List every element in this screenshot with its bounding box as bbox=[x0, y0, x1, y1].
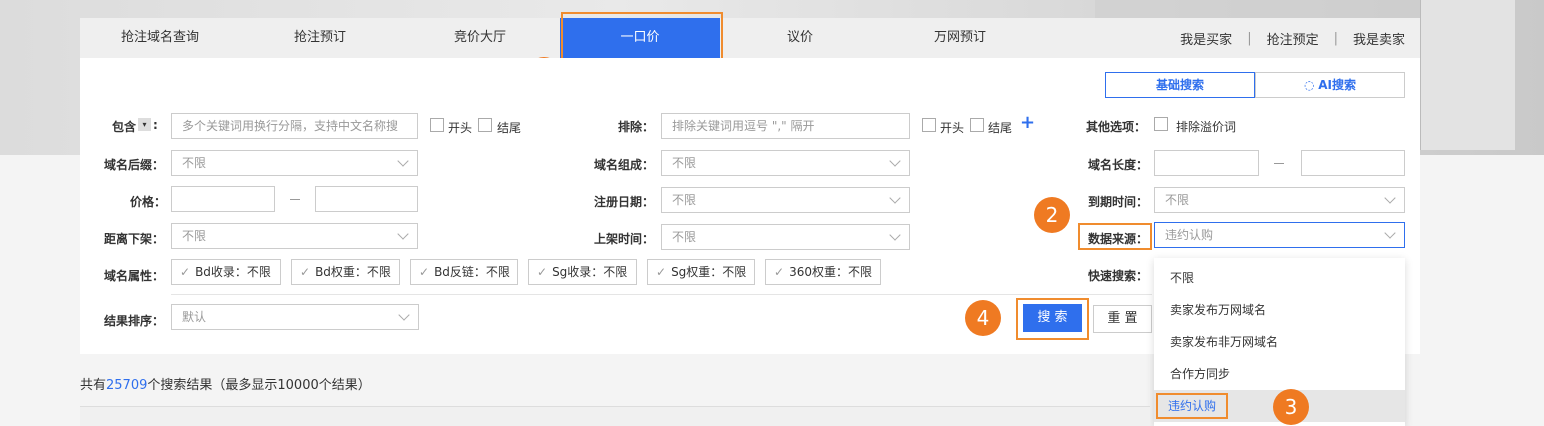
step-badge-2: 2 bbox=[1034, 197, 1070, 233]
highlight-search-button bbox=[1016, 298, 1089, 340]
compose-label: 域名组成： bbox=[594, 158, 655, 172]
expire-select[interactable]: 不限 bbox=[1154, 187, 1405, 213]
link-seller[interactable]: 我是卖家 bbox=[1338, 29, 1420, 48]
tab-snatch-reserve[interactable]: 抢注预订 bbox=[240, 18, 400, 58]
step-badge-4: 4 bbox=[965, 300, 1001, 336]
results-summary: 共有25709个搜索结果（最多显示10000个结果） bbox=[80, 378, 371, 393]
tab-negotiate[interactable]: 议价 bbox=[720, 18, 880, 58]
tab-wanwang-reserve[interactable]: 万网预订 bbox=[880, 18, 1040, 58]
check-icon: ✓ bbox=[774, 265, 785, 279]
chip-bd-backlink[interactable]: ✓ Bd反链：不限 bbox=[410, 259, 518, 285]
source-option-any[interactable]: 不限 bbox=[1154, 262, 1405, 294]
chip-bd-index[interactable]: ✓ Bd收录：不限 bbox=[171, 259, 281, 285]
chevron-down-icon bbox=[1384, 227, 1396, 239]
results-table-header bbox=[80, 406, 1150, 426]
source-option-wanwang[interactable]: 卖家发布万网域名 bbox=[1154, 294, 1405, 326]
suffix-label: 域名后缀： bbox=[104, 158, 165, 172]
chip-bd-weight[interactable]: ✓ Bd权重：不限 bbox=[291, 259, 400, 285]
chip-sg-index[interactable]: ✓ Sg收录：不限 bbox=[528, 259, 637, 285]
suffix-select[interactable]: 不限 bbox=[171, 150, 418, 176]
source-select[interactable]: 违约认购 bbox=[1154, 222, 1405, 248]
source-option-non-wanwang[interactable]: 卖家发布非万网域名 bbox=[1154, 326, 1405, 358]
check-icon: ✓ bbox=[537, 265, 548, 279]
length-min-input[interactable] bbox=[1154, 150, 1259, 176]
basic-search-toggle[interactable]: 基础搜索 bbox=[1105, 72, 1255, 98]
price-label: 价格： bbox=[130, 195, 167, 209]
chip-360-weight[interactable]: ✓ 360权重：不限 bbox=[765, 259, 881, 285]
check-icon: ✓ bbox=[300, 265, 311, 279]
contain-end-checkbox[interactable] bbox=[478, 118, 492, 132]
chevron-down-icon bbox=[1384, 192, 1396, 204]
contain-start-checkbox[interactable] bbox=[430, 118, 444, 132]
exclude-end-label: 结尾 bbox=[988, 121, 1013, 135]
link-snatch-reserve[interactable]: 抢注预定 bbox=[1252, 29, 1334, 48]
contain-start-label: 开头 bbox=[448, 121, 473, 135]
quick-search-label: 快速搜索： bbox=[1088, 269, 1149, 283]
tab-snatch-query[interactable]: 抢注域名查询 bbox=[80, 18, 240, 58]
tab-bar: 抢注域名查询 抢注预订 竞价大厅 一口价 议价 万网预订 我是买家 | 抢注预定… bbox=[80, 18, 1420, 58]
chevron-down-icon bbox=[397, 228, 409, 240]
check-icon: ✓ bbox=[180, 265, 191, 279]
exclude-end-checkbox[interactable] bbox=[970, 118, 984, 132]
chevron-down-icon bbox=[889, 155, 901, 167]
chevron-down-icon bbox=[397, 155, 409, 167]
chip-sg-weight[interactable]: ✓ Sg权重：不限 bbox=[647, 259, 755, 285]
exclude-label: 排除： bbox=[618, 120, 655, 134]
highlight-tab bbox=[561, 12, 723, 62]
tab-auction-hall[interactable]: 竞价大厅 bbox=[400, 18, 560, 58]
ai-search-toggle[interactable]: ◌ AI搜索 bbox=[1255, 72, 1405, 98]
top-links: 我是买家 | 抢注预定 | 我是卖家 bbox=[1165, 18, 1420, 58]
reg-date-label: 注册日期： bbox=[594, 195, 655, 209]
ai-search-icon: ◌ bbox=[1303, 78, 1315, 92]
chevron-down-icon bbox=[398, 309, 410, 321]
chevron-down-icon bbox=[889, 192, 901, 204]
contain-input[interactable]: 多个关键词用换行分隔，支持中文名称搜 bbox=[171, 113, 418, 139]
attr-label: 域名属性： bbox=[104, 269, 165, 283]
sort-select[interactable]: 默认 bbox=[171, 304, 419, 330]
chevron-down-icon bbox=[889, 229, 901, 241]
expire-label: 到期时间： bbox=[1088, 195, 1149, 209]
length-max-input[interactable] bbox=[1301, 150, 1405, 176]
reg-date-select[interactable]: 不限 bbox=[661, 187, 910, 213]
price-min-input[interactable] bbox=[171, 186, 275, 212]
exclude-premium-checkbox[interactable] bbox=[1154, 117, 1168, 131]
price-max-input[interactable] bbox=[315, 186, 418, 212]
highlight-source-label bbox=[1078, 223, 1152, 250]
onshelf-select[interactable]: 不限 bbox=[661, 224, 910, 250]
exclude-premium-label: 排除溢价词 bbox=[1176, 120, 1237, 134]
plus-icon[interactable]: + bbox=[1020, 112, 1035, 133]
contain-mode-dropdown[interactable]: ▾ bbox=[138, 118, 151, 131]
compose-select[interactable]: 不限 bbox=[661, 150, 910, 176]
check-icon: ✓ bbox=[419, 265, 430, 279]
results-count: 25709 bbox=[106, 378, 148, 393]
reset-button[interactable]: 重 置 bbox=[1093, 305, 1152, 333]
exclude-input[interactable]: 排除关键词用逗号 "," 隔开 bbox=[661, 113, 910, 139]
sort-label: 结果排序： bbox=[104, 314, 165, 328]
exclude-start-checkbox[interactable] bbox=[922, 118, 936, 132]
check-icon: ✓ bbox=[656, 265, 667, 279]
step-badge-3: 3 bbox=[1273, 389, 1309, 425]
length-label: 域名长度： bbox=[1088, 158, 1149, 172]
source-option-partner[interactable]: 合作方同步 bbox=[1154, 358, 1405, 390]
link-buyer[interactable]: 我是买家 bbox=[1165, 29, 1247, 48]
offshelf-label: 距离下架： bbox=[104, 232, 165, 246]
exclude-start-label: 开头 bbox=[940, 121, 965, 135]
onshelf-label: 上架时间： bbox=[594, 232, 655, 246]
other-options-label: 其他选项： bbox=[1086, 120, 1147, 134]
divider bbox=[171, 294, 1152, 295]
offshelf-select[interactable]: 不限 bbox=[171, 223, 418, 249]
contain-end-label: 结尾 bbox=[497, 121, 522, 135]
contain-label: 包含 bbox=[112, 120, 137, 134]
